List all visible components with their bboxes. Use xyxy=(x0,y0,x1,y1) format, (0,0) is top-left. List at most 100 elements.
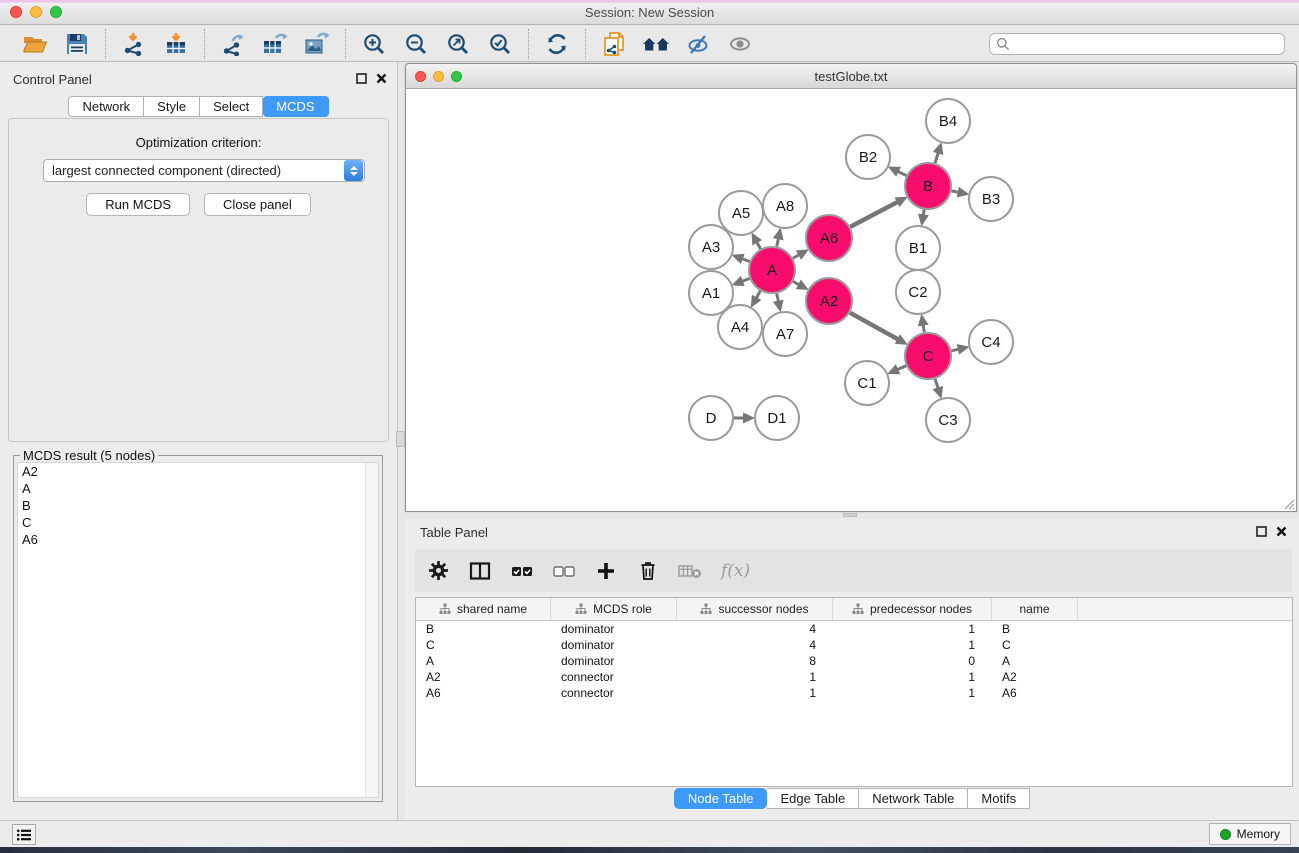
graph-node-C1[interactable]: C1 xyxy=(845,361,889,405)
graph-edge-B-B3[interactable] xyxy=(952,191,959,192)
cell-predecessor-nodes[interactable]: 1 xyxy=(833,621,992,637)
zoom-selected-button[interactable] xyxy=(479,28,521,60)
create-column-button[interactable] xyxy=(593,558,619,584)
mcds-result-list[interactable]: A2 A B C A6 xyxy=(17,462,379,798)
refresh-button[interactable] xyxy=(536,28,578,60)
result-item[interactable]: C xyxy=(18,514,378,531)
graph-edge-A-A6[interactable] xyxy=(793,255,799,259)
zoom-fit-button[interactable] xyxy=(437,28,479,60)
graph-node-D[interactable]: D xyxy=(689,396,733,440)
graph-edge-A6-B[interactable] xyxy=(850,202,898,227)
graph-node-A7[interactable]: A7 xyxy=(763,312,807,356)
export-table-button[interactable] xyxy=(254,28,296,60)
graph-node-B3[interactable]: B3 xyxy=(969,177,1013,221)
graph-node-C3[interactable]: C3 xyxy=(926,398,970,442)
graph-edge-C-C4[interactable] xyxy=(951,349,958,351)
graph-node-C[interactable]: C xyxy=(905,333,951,379)
memory-button[interactable]: Memory xyxy=(1209,823,1291,845)
table-settings-button[interactable] xyxy=(425,558,451,584)
splitter-handle[interactable] xyxy=(843,513,857,517)
graph-node-A4[interactable]: A4 xyxy=(718,305,762,349)
graph-node-A[interactable]: A xyxy=(749,247,795,293)
column-header-successor-nodes[interactable]: successor nodes xyxy=(677,598,833,620)
graph-edge-A-A7[interactable] xyxy=(777,294,779,302)
graph-edge-B-B4[interactable] xyxy=(935,153,938,164)
tab-select[interactable]: Select xyxy=(200,96,263,117)
zoom-out-button[interactable] xyxy=(395,28,437,60)
cell-successor-nodes[interactable]: 1 xyxy=(677,685,833,701)
result-list-scrollbar[interactable] xyxy=(365,463,378,797)
graph-edge-C-C2[interactable] xyxy=(923,325,924,333)
graph-edge-A-A2[interactable] xyxy=(793,281,799,284)
result-item[interactable]: A6 xyxy=(18,531,378,548)
cell-successor-nodes[interactable]: 4 xyxy=(677,621,833,637)
column-header-mcds-role[interactable]: MCDS role xyxy=(551,598,677,620)
graph-node-B1[interactable]: B1 xyxy=(896,226,940,270)
search-input[interactable] xyxy=(1014,37,1278,51)
open-session-button[interactable] xyxy=(14,28,56,60)
table-row[interactable]: A dominator 8 0 A xyxy=(416,653,1292,669)
table-row[interactable]: A2 connector 1 1 A2 xyxy=(416,669,1292,685)
graph-node-A2[interactable]: A2 xyxy=(806,278,852,324)
cell-name[interactable]: A xyxy=(992,653,1078,669)
graph-edge-A-A3[interactable] xyxy=(742,259,750,262)
cell-shared-name[interactable]: B xyxy=(416,621,551,637)
table-row[interactable]: C dominator 4 1 C xyxy=(416,637,1292,653)
cell-successor-nodes[interactable]: 1 xyxy=(677,669,833,685)
tab-motifs[interactable]: Motifs xyxy=(968,788,1030,809)
column-header-name[interactable]: name xyxy=(992,598,1078,620)
graph-node-A3[interactable]: A3 xyxy=(689,225,733,269)
float-panel-icon[interactable] xyxy=(1256,526,1267,537)
cell-mcds-role[interactable]: connector xyxy=(551,669,677,685)
graph-edge-B-B1[interactable] xyxy=(923,210,924,216)
run-mcds-button[interactable]: Run MCDS xyxy=(86,193,190,216)
cell-name[interactable]: B xyxy=(992,621,1078,637)
show-columns-button[interactable] xyxy=(467,558,493,584)
criterion-dropdown[interactable]: largest connected component (directed) xyxy=(43,159,365,182)
show-task-history-button[interactable] xyxy=(12,824,36,845)
graph-edge-A-A5[interactable] xyxy=(757,242,761,249)
graph-node-A1[interactable]: A1 xyxy=(689,271,733,315)
tab-node-table[interactable]: Node Table xyxy=(674,788,768,809)
column-header-shared-name[interactable]: shared name xyxy=(416,598,551,620)
graph-node-B4[interactable]: B4 xyxy=(926,99,970,143)
cell-mcds-role[interactable]: dominator xyxy=(551,637,677,653)
cell-predecessor-nodes[interactable]: 0 xyxy=(833,653,992,669)
cell-name[interactable]: C xyxy=(992,637,1078,653)
graph-node-C2[interactable]: C2 xyxy=(896,270,940,314)
graph-node-A8[interactable]: A8 xyxy=(763,184,807,228)
cell-predecessor-nodes[interactable]: 1 xyxy=(833,685,992,701)
show-all-button[interactable] xyxy=(719,28,761,60)
cell-successor-nodes[interactable]: 4 xyxy=(677,637,833,653)
graph-edge-B-B2[interactable] xyxy=(898,171,907,175)
float-panel-icon[interactable] xyxy=(356,73,367,84)
network-window-titlebar[interactable]: testGlobe.txt xyxy=(406,64,1296,89)
graph-node-B2[interactable]: B2 xyxy=(846,135,890,179)
hide-selected-button[interactable] xyxy=(677,28,719,60)
cell-successor-nodes[interactable]: 8 xyxy=(677,653,833,669)
network-graph[interactable]: B4B2BB3A5A8A6A3AB1A1A2C2A4A7C4CC1DD1C3 xyxy=(406,89,1296,511)
graph-edge-C-C3[interactable] xyxy=(935,379,938,389)
result-item[interactable]: A xyxy=(18,480,378,497)
cell-predecessor-nodes[interactable]: 1 xyxy=(833,637,992,653)
graph-node-D1[interactable]: D1 xyxy=(755,396,799,440)
new-network-from-selection-button[interactable] xyxy=(593,28,635,60)
column-header-predecessor-nodes[interactable]: predecessor nodes xyxy=(833,598,992,620)
save-session-button[interactable] xyxy=(56,28,98,60)
cell-predecessor-nodes[interactable]: 1 xyxy=(833,669,992,685)
tab-style[interactable]: Style xyxy=(144,96,200,117)
tab-network[interactable]: Network xyxy=(68,96,144,117)
function-builder-button[interactable]: f(x) xyxy=(719,561,750,581)
network-canvas[interactable]: B4B2BB3A5A8A6A3AB1A1A2C2A4A7C4CC1DD1C3 xyxy=(406,89,1296,511)
graph-edge-A-A1[interactable] xyxy=(742,278,750,281)
splitter-handle[interactable] xyxy=(396,431,405,447)
table-row[interactable]: B dominator 4 1 B xyxy=(416,621,1292,637)
result-item[interactable]: A2 xyxy=(18,463,378,480)
table-row[interactable]: A6 connector 1 1 A6 xyxy=(416,685,1292,701)
graph-edge-C-C1[interactable] xyxy=(897,366,906,370)
close-panel-button[interactable]: Close panel xyxy=(204,193,311,216)
search-field[interactable] xyxy=(989,33,1285,55)
graph-node-A6[interactable]: A6 xyxy=(806,215,852,261)
cell-mcds-role[interactable]: dominator xyxy=(551,621,677,637)
import-table-button[interactable] xyxy=(155,28,197,60)
